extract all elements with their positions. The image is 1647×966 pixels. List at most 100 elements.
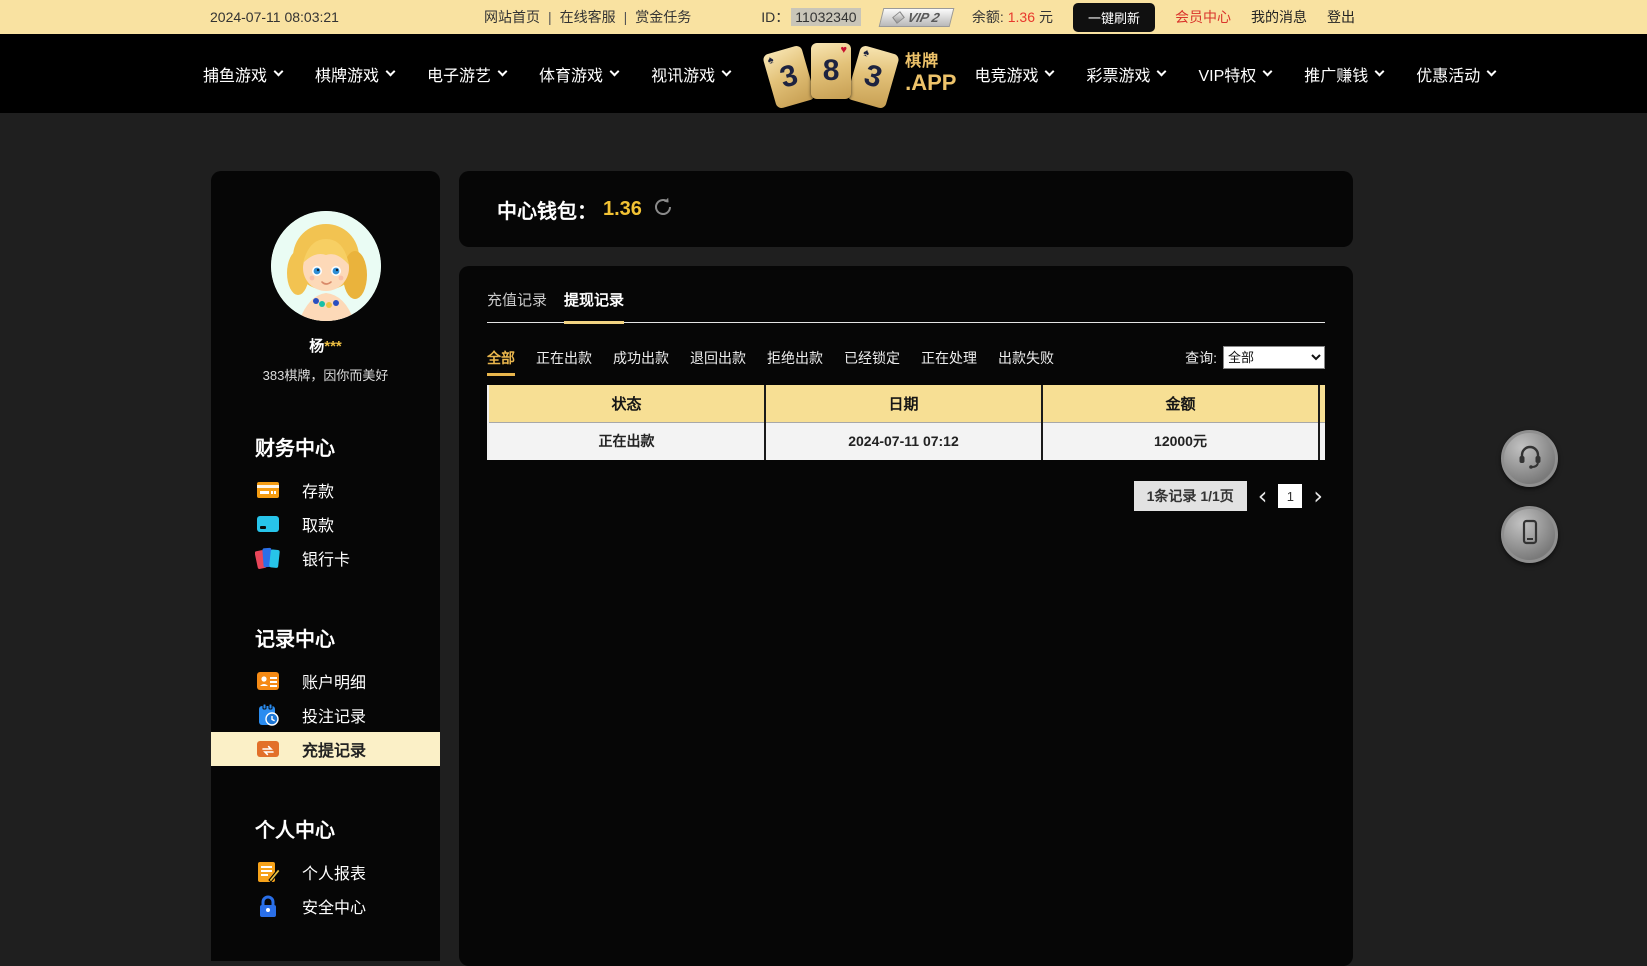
chevron-down-icon [274,67,284,77]
nav-label: VIP特权 [1198,62,1256,86]
sidebar-item-bet-record[interactable]: 投注记录 [211,698,440,732]
chevron-down-icon [722,67,732,77]
personal-report-icon [255,859,281,885]
chevron-down-icon [1263,67,1273,77]
separator: | [548,9,552,25]
user-id-value: 11032340 [791,8,860,26]
sidebar-item-label: 取款 [302,512,334,536]
nav-item-fishing[interactable]: 捕鱼游戏 [203,62,282,86]
balance: 余额: 1.36 元 [972,7,1053,27]
nav-item-lottery[interactable]: 彩票游戏 [1086,62,1165,86]
customer-service-button[interactable] [1501,430,1558,487]
sidebar-item-withdraw[interactable]: 取款 [211,507,440,541]
avatar[interactable] [271,211,381,321]
bank-cards-icon [255,545,281,571]
query-label: 查询: [1185,348,1217,368]
chevron-down-icon [1157,67,1167,77]
nav-label: 电子游艺 [427,62,491,86]
site-logo[interactable]: ♠3 ♥8 ♠3 棋牌 .APP [769,41,956,107]
sidebar-item-recharge-withdraw-record[interactable]: 充提记录 [211,732,440,766]
link-online-service[interactable]: 在线客服 [560,7,616,27]
heart-suit-icon: ♥ [841,44,848,56]
withdraw-records-table: 状态 日期 金额 正在出款 2024-07-11 07:12 12000元 [487,385,1325,460]
mobile-app-button[interactable] [1501,506,1558,563]
logo-cards-icon: ♠3 ♥8 ♠3 [769,41,897,107]
filter-locked[interactable]: 已经锁定 [844,348,900,368]
chevron-down-icon [386,67,396,77]
sidebar-item-label: 充提记录 [302,737,366,761]
filter-success[interactable]: 成功出款 [613,348,669,368]
nav-item-promotion-earn[interactable]: 推广赚钱 [1304,62,1383,86]
spade-suit-icon: ♠ [766,53,775,66]
balance-label: 余额: [972,7,1004,27]
sidebar-item-label: 安全中心 [302,894,366,918]
filter-failed[interactable]: 出款失败 [998,348,1054,368]
refresh-icon[interactable] [652,196,674,223]
customer-service-icon [1515,441,1545,476]
sidebar-item-account-detail[interactable]: 账户明细 [211,664,440,698]
sidebar-item-label: 银行卡 [302,546,350,570]
nav-item-live-video[interactable]: 视讯游戏 [651,62,730,86]
chevron-down-icon [1375,67,1385,77]
pagination: 1条记录 1/1页 ‹ 1 › [487,481,1325,511]
chevron-down-icon [498,67,508,77]
nav-item-board-games[interactable]: 棋牌游戏 [315,62,394,86]
vip-level-label: VIP 2 [906,10,941,25]
link-bounty-task[interactable]: 赏金任务 [635,7,691,27]
logout-link[interactable]: 登出 [1327,7,1355,27]
clipped-column [1319,385,1325,422]
nav-item-esports[interactable]: 电竞游戏 [974,62,1053,86]
account-detail-icon [255,668,281,694]
filter-rejected[interactable]: 拒绝出款 [767,348,823,368]
sidebar-item-personal-report[interactable]: 个人报表 [211,855,440,889]
bet-record-icon [255,702,281,728]
username: 杨*** [211,335,440,356]
nav-label: 彩票游戏 [1086,62,1150,86]
nav-label: 棋牌游戏 [315,62,379,86]
filter-processing[interactable]: 正在处理 [921,348,977,368]
tab-recharge-records[interactable]: 充值记录 [487,289,547,322]
cell-status: 正在出款 [488,422,765,460]
sidebar-item-bank-card[interactable]: 银行卡 [211,541,440,575]
link-home[interactable]: 网站首页 [484,7,540,27]
sidebar-item-label: 个人报表 [302,860,366,884]
mobile-app-icon [1515,517,1545,552]
table-row: 正在出款 2024-07-11 07:12 12000元 [488,422,1325,460]
my-messages-link[interactable]: 我的消息 [1251,7,1307,27]
member-sidebar: 杨*** 383棋牌，因你而美好 财务中心 存款 取款 银行卡 记录中心 账户明… [211,171,440,961]
security-lock-icon [255,893,281,919]
deposit-card-icon [255,477,281,503]
cell-date: 2024-07-11 07:12 [765,422,1042,460]
prev-page-icon[interactable]: ‹ [1256,484,1270,508]
nav-label: 推广赚钱 [1304,62,1368,86]
logo-digit: 3 [860,58,885,95]
logo-digit: 8 [823,54,840,88]
nav-item-sports[interactable]: 体育游戏 [539,62,618,86]
nav-item-vip[interactable]: VIP特权 [1198,62,1271,86]
vip-badge: VIP 2 [878,8,954,27]
nav-item-electronic[interactable]: 电子游艺 [427,62,506,86]
sidebar-item-deposit[interactable]: 存款 [211,473,440,507]
query-select[interactable]: 全部 [1223,346,1325,369]
sidebar-item-label: 账户明细 [302,669,366,693]
one-key-refresh-button[interactable]: 一键刷新 [1073,3,1155,32]
username-text: 杨 [309,338,324,355]
sidebar-item-security-center[interactable]: 安全中心 [211,889,440,923]
nav-item-offers[interactable]: 优惠活动 [1416,62,1495,86]
pagination-summary: 1条记录 1/1页 [1134,481,1247,511]
member-center-link[interactable]: 会员中心 [1175,7,1231,27]
filter-all[interactable]: 全部 [487,348,515,368]
section-title-personal: 个人中心 [255,814,440,843]
tab-withdraw-records[interactable]: 提现记录 [564,289,624,322]
current-page-button[interactable]: 1 [1278,484,1302,508]
column-header-status: 状态 [488,385,765,422]
section-title-finance: 财务中心 [255,432,440,461]
cell-amount: 12000元 [1042,422,1319,460]
chevron-down-icon [1045,67,1055,77]
status-filters: 全部 正在出款 成功出款 退回出款 拒绝出款 已经锁定 正在处理 出款失败 查询… [487,346,1325,369]
filter-returned[interactable]: 退回出款 [690,348,746,368]
next-page-icon[interactable]: › [1311,484,1325,508]
logo-tagline: 棋牌 [905,54,956,70]
filter-withdrawing[interactable]: 正在出款 [536,348,592,368]
table-header-row: 状态 日期 金额 [488,385,1325,422]
